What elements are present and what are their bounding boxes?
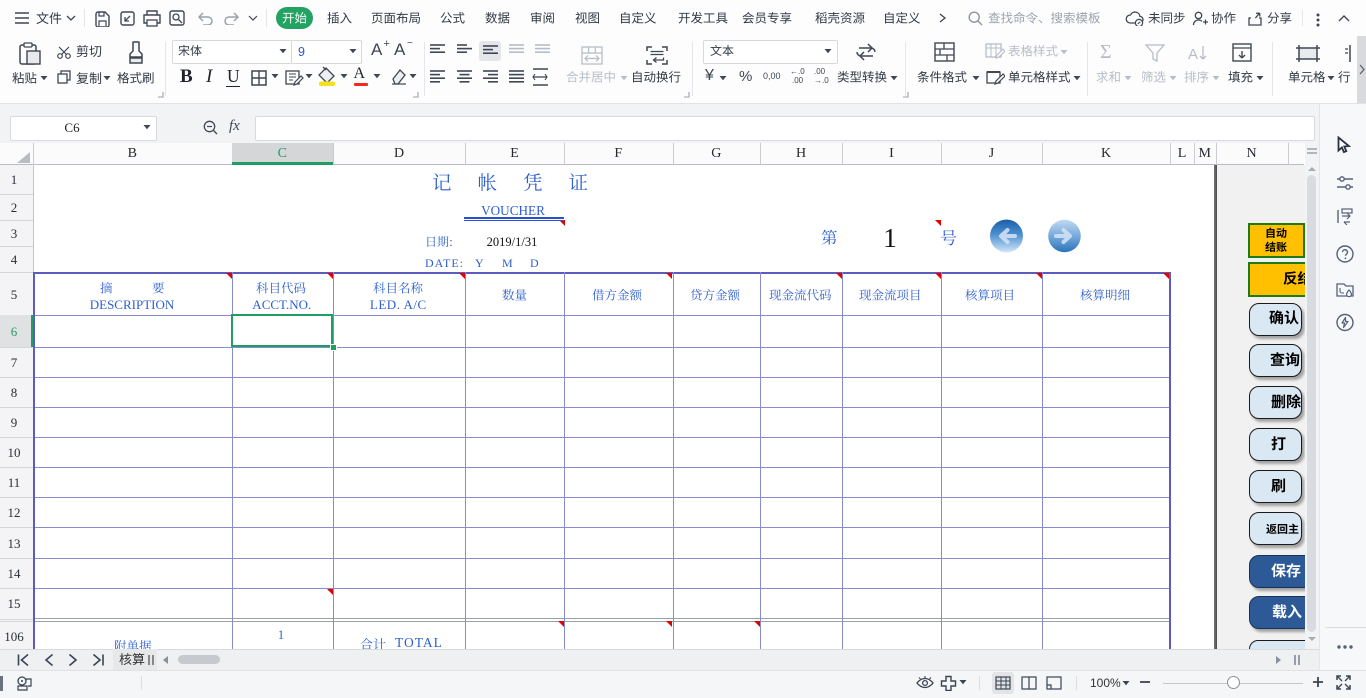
svg-text:0,00: 0,00 [763, 71, 781, 81]
svg-text:A: A [1188, 46, 1198, 63]
